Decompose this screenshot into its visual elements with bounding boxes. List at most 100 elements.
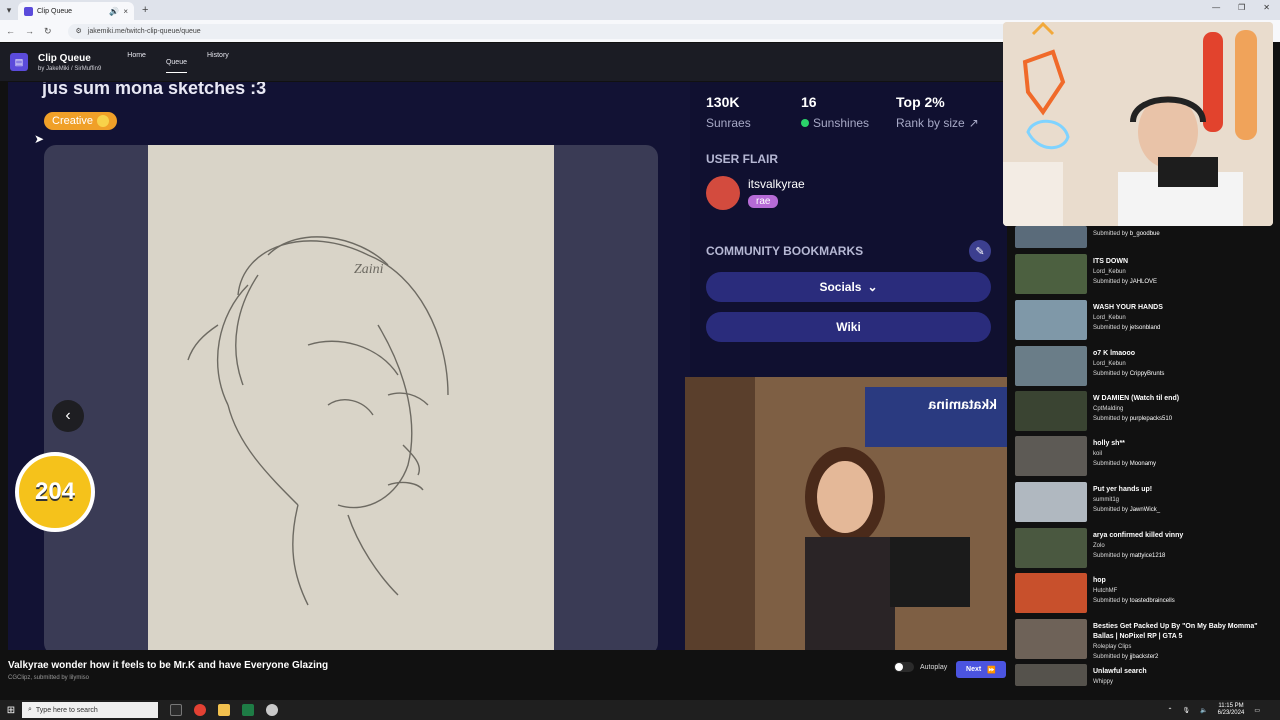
queue-thumbnail [1015, 346, 1087, 386]
smiley-icon [96, 115, 109, 127]
bookmarks-heading: COMMUNITY BOOKMARKS [706, 244, 864, 258]
back-icon[interactable]: ← [6, 26, 15, 36]
taskbar-search[interactable]: ⌕ Type here to search [22, 702, 158, 718]
task-view-icon[interactable] [170, 704, 182, 716]
close-window-icon[interactable]: ✕ [1263, 3, 1270, 12]
nav-history[interactable]: History [207, 52, 229, 73]
clip-streamer-webcam: kkatamina [685, 377, 1007, 650]
windows-start-icon[interactable]: ⊞ [0, 705, 22, 716]
file-explorer-icon[interactable] [218, 704, 230, 716]
next-button[interactable]: Next ⏩ [956, 661, 1006, 678]
app-icon[interactable] [266, 704, 278, 716]
clip-queue-list: Submitted by b_goodbue ITS DOWN Lord_Kebu… [1010, 226, 1280, 690]
stats-row: 130K Sunraes 16 Sunshines Top 2% Rank by… [690, 82, 1007, 130]
host-webcam-image [1003, 22, 1273, 226]
queue-thumbnail [1015, 482, 1087, 522]
queue-thumbnail [1015, 436, 1087, 476]
current-clip-bar: Valkyrae wonder how it feels to be Mr.K … [0, 650, 1010, 690]
taskbar-apps [170, 704, 278, 716]
new-tab-icon[interactable]: + [142, 4, 148, 16]
flair-avatar [706, 176, 740, 210]
speaker-icon[interactable]: 🔈 [1200, 707, 1207, 714]
autoplay-control[interactable]: Autoplay [894, 662, 947, 672]
edit-pencil-icon[interactable]: ✎ [969, 240, 991, 262]
app-logo-icon[interactable]: ▤ [10, 53, 28, 71]
previous-arrow-icon[interactable]: ‹ [52, 400, 84, 432]
stat-sunraes: 130K Sunraes [706, 94, 751, 130]
address-bar[interactable]: ⚙ jakemiki.me/twitch-clip-queue/queue [67, 23, 1048, 39]
flair-username[interactable]: itsvalkyrae [748, 177, 805, 191]
app-name: Clip Queue [38, 52, 91, 64]
screen: ▾ Clip Queue 🔊 × + — ❐ ✕ ← → ↻ ⚙ jakemik… [0, 0, 1280, 720]
profile-info-panel: 130K Sunraes 16 Sunshines Top 2% Rank by… [690, 82, 1007, 377]
minimize-icon[interactable]: — [1212, 3, 1220, 12]
close-tab-icon[interactable]: × [123, 7, 128, 16]
reload-icon[interactable]: ↻ [44, 26, 52, 37]
category-badge: Creative [44, 112, 117, 130]
nav-queue[interactable]: Queue [165, 59, 187, 73]
user-flair: itsvalkyrae rae [690, 176, 1007, 210]
autoplay-toggle[interactable] [894, 662, 914, 672]
queue-item[interactable]: Unlawful search Whippy [1015, 664, 1275, 690]
restore-icon[interactable]: ❐ [1238, 3, 1245, 12]
queue-item[interactable]: holly sh** koil Submitted by Moonamy [1015, 436, 1275, 478]
site-info-icon[interactable]: ⚙ [76, 27, 82, 35]
queue-item[interactable]: W DAMIEN (Watch til end) CptMalding Submit… [1015, 391, 1275, 433]
system-tray: ⌃ 🎙 🔈 11:15 PM 6/23/2024 ▭ [1167, 703, 1260, 717]
mouse-cursor-icon: ➤ [34, 132, 45, 146]
search-icon: ⌕ [28, 706, 32, 713]
socials-button[interactable]: Socials ⌄ [706, 272, 991, 302]
microphone-icon[interactable]: 🎙 [1183, 707, 1191, 714]
notifications-icon[interactable]: ▭ [1254, 707, 1260, 714]
queue-item[interactable]: hop HutchMF Submitted by toastedbraincells [1015, 573, 1275, 615]
artist-signature: Zaini [354, 262, 384, 277]
clip-counter-badge: 204 [15, 452, 95, 532]
browser-tabbar: ▾ Clip Queue 🔊 × + — ❐ ✕ [0, 0, 1280, 20]
bookmarks-header: COMMUNITY BOOKMARKS ✎ [690, 240, 1007, 262]
speaker-icon[interactable]: 🔊 [109, 7, 119, 16]
queue-item[interactable]: Besties Get Packed Up By "On My Baby Mom… [1015, 619, 1275, 661]
app-header: ▤ Clip Queue by JakeMiki / SirMuffin9 Ho… [0, 43, 1003, 81]
current-clip-title[interactable]: Valkyrae wonder how it feels to be Mr.K … [8, 660, 328, 671]
author-link-1[interactable]: JakeMiki [46, 66, 69, 72]
flair-tag: rae [748, 195, 779, 208]
queue-thumbnail [1015, 528, 1087, 568]
tray-chevron-icon[interactable]: ⌃ [1167, 707, 1172, 714]
tab-list-icon[interactable]: ▾ [0, 5, 18, 16]
favicon-icon [24, 6, 33, 16]
post-image: Zaini [44, 145, 658, 650]
queue-item[interactable]: ITS DOWN Lord_Kebun Submitted by JAHLOVE [1015, 254, 1275, 296]
queue-item[interactable]: arya confirmed killed vinny Zolo Submitted… [1015, 528, 1275, 570]
terminal-icon[interactable] [242, 704, 254, 716]
queue-item[interactable]: WASH YOUR HANDS Lord_Kebun Submitted by je… [1015, 300, 1275, 342]
window-controls: — ❐ ✕ [1212, 3, 1270, 12]
url-text: jakemiki.me/twitch-clip-queue/queue [87, 27, 201, 35]
skip-forward-icon: ⏩ [987, 666, 996, 674]
nav-home[interactable]: Home [127, 52, 146, 73]
current-clip-subtitle: CGClipz, submitted by lilymiso [8, 675, 90, 681]
clip-player[interactable]: jus sum mona sketches :3 Creative ➤ Zain… [8, 82, 1007, 650]
clock[interactable]: 11:15 PM 6/23/2024 [1218, 703, 1245, 717]
wiki-button[interactable]: Wiki [706, 312, 991, 342]
queue-thumbnail [1015, 664, 1087, 686]
sketch-paper: Zaini [148, 145, 554, 650]
os-taskbar: ⊞ ⌕ Type here to search ⌃ 🎙 🔈 11:15 PM 6… [0, 700, 1280, 720]
stat-sunshines: 16 Sunshines [801, 94, 870, 130]
app-authors: by JakeMiki / SirMuffin9 [38, 65, 102, 72]
chrome-icon[interactable] [194, 704, 206, 716]
queue-item[interactable]: Put yer hands up! summit1g Submitted by Ja… [1015, 482, 1275, 524]
post-title: jus sum mona sketches :3 [42, 82, 267, 98]
queue-thumbnail [1015, 391, 1087, 431]
sign-text: kkatamina [928, 396, 997, 412]
queue-thumbnail [1015, 619, 1087, 659]
tab-title: Clip Queue [37, 7, 73, 15]
external-link-icon: ↗ [968, 116, 979, 130]
browser-tab[interactable]: Clip Queue 🔊 × [18, 2, 134, 20]
queue-item[interactable]: o7 K lmaooo Lord_Kebun Submitted by Crippy… [1015, 346, 1275, 388]
queue-thumbnail [1015, 254, 1087, 294]
forward-icon[interactable]: → [25, 26, 34, 36]
queue-thumbnail [1015, 300, 1087, 340]
author-link-2[interactable]: SirMuffin9 [74, 66, 101, 72]
user-flair-heading: USER FLAIR [706, 152, 778, 166]
stat-rank[interactable]: Top 2% Rank by size ↗ [896, 94, 991, 130]
